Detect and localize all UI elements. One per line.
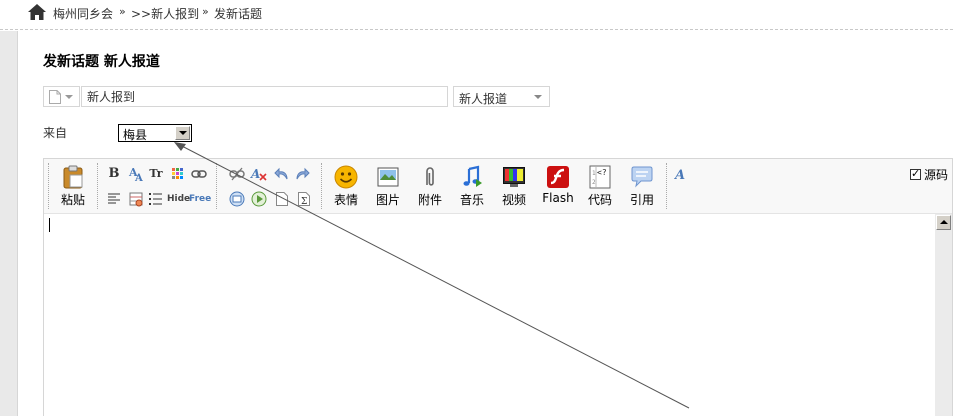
subject-input[interactable]: [81, 86, 448, 107]
list-icon[interactable]: [147, 190, 165, 208]
code-icon: <? 1 2: [589, 165, 611, 189]
clipboard-icon: [63, 165, 83, 189]
svg-text:2: 2: [592, 179, 596, 186]
editor-content-area[interactable]: [44, 214, 935, 416]
color-grid-icon[interactable]: [169, 165, 187, 183]
document-icon: [49, 90, 61, 104]
category-selected-value: 新人报道: [459, 92, 508, 106]
undo-icon[interactable]: [273, 165, 291, 183]
video-icon: [503, 167, 525, 187]
chevron-down-icon: [65, 95, 73, 99]
formula-icon[interactable]: Σ: [295, 190, 313, 208]
unlink-icon[interactable]: [228, 165, 246, 183]
svg-text:A: A: [134, 173, 143, 183]
code-button[interactable]: <? 1 2 代码: [582, 165, 618, 209]
quote-label: 引用: [629, 193, 654, 207]
table-icon[interactable]: [127, 190, 145, 208]
breadcrumb-separator: »: [202, 5, 209, 18]
text-caret: [49, 218, 50, 232]
toolbar-divider: [48, 163, 49, 209]
paste-label: 粘贴: [60, 193, 85, 207]
svg-text:1: 1: [592, 170, 596, 177]
source-mode-toggle[interactable]: 源码: [909, 166, 948, 183]
media-play-icon[interactable]: [250, 190, 268, 208]
music-note-icon: [463, 165, 482, 187]
quote-bubble-icon: [631, 166, 653, 188]
emoticon-label: 表情: [333, 193, 358, 207]
svg-text:Σ: Σ: [301, 197, 307, 207]
from-select[interactable]: 梅县: [118, 124, 192, 142]
page-title: 发新话题 新人报道: [43, 54, 160, 70]
source-mode-label: 源码: [923, 168, 948, 182]
post-type-picker[interactable]: [43, 86, 80, 107]
home-icon[interactable]: [27, 3, 47, 21]
quote-button[interactable]: 引用: [624, 165, 660, 209]
music-button[interactable]: 音乐: [454, 165, 490, 209]
svg-text:<?: <?: [597, 168, 607, 177]
redo-icon[interactable]: [293, 165, 311, 183]
breadcrumb-current: 发新话题: [214, 7, 263, 21]
from-selected-value: 梅县: [123, 128, 148, 142]
category-select[interactable]: 新人报道: [453, 86, 550, 107]
font-style-icon[interactable]: A: [672, 165, 690, 183]
paste-button[interactable]: 粘贴: [55, 165, 91, 209]
toolbar-divider: [97, 163, 98, 209]
rich-text-editor: 粘贴 B A A Tr Hide Free A Σ 表情 图片 附件 音乐 视频…: [43, 158, 953, 416]
attachment-button[interactable]: 附件: [412, 165, 448, 209]
toolbar-divider: [216, 163, 217, 209]
svg-text:A: A: [673, 168, 685, 183]
bold-icon[interactable]: B: [105, 165, 123, 183]
remove-format-icon[interactable]: A: [250, 165, 268, 183]
flash-label: Flash: [542, 191, 574, 205]
breadcrumb-separator: »: [119, 5, 126, 18]
align-left-icon[interactable]: [105, 190, 123, 208]
svg-text:A: A: [250, 167, 260, 181]
from-label: 来自: [43, 126, 68, 140]
font-size-icon[interactable]: Tr: [147, 165, 165, 183]
flash-button[interactable]: Flash: [538, 165, 578, 209]
scroll-up-button[interactable]: [936, 215, 951, 230]
music-label: 音乐: [459, 193, 484, 207]
image-label: 图片: [375, 193, 400, 207]
font-color-icon[interactable]: A A: [127, 165, 145, 183]
image-icon: [377, 167, 399, 187]
breadcrumb: 梅州同乡会 » >>新人报到 » 发新话题: [0, 0, 953, 30]
editor-scrollbar[interactable]: [935, 214, 952, 416]
free-button[interactable]: Free: [189, 190, 211, 208]
breadcrumb-forum-link[interactable]: >>新人报到: [131, 5, 199, 22]
link-icon[interactable]: [190, 165, 208, 183]
left-sidebar-strip: [0, 31, 18, 416]
image-button[interactable]: 图片: [370, 165, 406, 209]
hide-button[interactable]: Hide: [167, 190, 190, 208]
chevron-down-icon: [534, 95, 542, 99]
toolbar-divider: [321, 163, 322, 209]
insert-object-icon[interactable]: [228, 190, 246, 208]
dropdown-button[interactable]: [175, 126, 190, 140]
paperclip-icon: [426, 167, 434, 186]
smiley-icon: [334, 165, 358, 189]
toolbar-divider: [666, 163, 667, 209]
attachment-label: 附件: [417, 193, 442, 207]
source-mode-checkbox[interactable]: [909, 167, 921, 180]
video-label: 视频: [501, 193, 526, 207]
flash-icon: [547, 166, 569, 188]
page-icon[interactable]: [273, 190, 291, 208]
video-button[interactable]: 视频: [496, 165, 532, 209]
code-label: 代码: [587, 193, 612, 207]
emoticon-button[interactable]: 表情: [328, 165, 364, 209]
editor-toolbar: 粘贴 B A A Tr Hide Free A Σ 表情 图片 附件 音乐 视频…: [44, 159, 952, 214]
post-form: 发新话题 新人报道 新人报道 来自 梅县 粘贴: [19, 31, 953, 416]
breadcrumb-site-link[interactable]: 梅州同乡会: [53, 5, 113, 22]
